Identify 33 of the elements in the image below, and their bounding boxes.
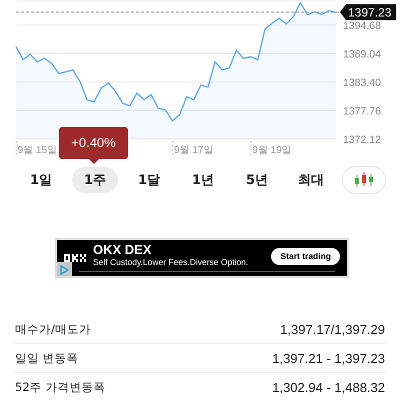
grid-line	[16, 140, 17, 156]
axis-label: 9월 15일	[18, 145, 58, 156]
period-tab[interactable]: 1달	[126, 167, 172, 193]
stat-value: 1,302.94 - 1,488.32	[272, 380, 385, 394]
axis-label: 9월 19일	[252, 145, 292, 156]
candlestick-button[interactable]	[342, 166, 386, 194]
period-tab[interactable]: 최대	[288, 167, 334, 193]
grid-line	[172, 140, 174, 156]
axis-label: 1377.76	[343, 106, 381, 118]
logo-icon	[64, 254, 86, 262]
axis-label: 1383.40	[343, 77, 381, 89]
stat-label: 일일 변동폭	[15, 350, 79, 366]
axis-label: 9월 17일	[174, 145, 214, 156]
stat-label: 매수가/매도가	[15, 322, 91, 336]
period-tab[interactable]: 1일	[18, 167, 64, 193]
ad-tagline: Self Custody.Lower Fees.Diverse Option.	[93, 257, 250, 268]
start-button[interactable]: Start trading	[271, 248, 340, 264]
axis-label: 1372.12	[343, 134, 381, 146]
stat-label: 52주 가격변동폭	[15, 380, 106, 394]
ref-line-label: 1397.23	[348, 6, 392, 20]
grid-line	[250, 140, 252, 156]
ad-banner[interactable]: OKX DEX Self Custody.Lower Fees.Diverse Option. Start trading	[55, 238, 349, 278]
price-tag: 1397.23	[340, 4, 396, 20]
candlestick-icon	[354, 171, 374, 189]
period-tab[interactable]: 1년	[180, 167, 226, 193]
change-tooltip: +0.40%	[59, 127, 128, 159]
axis-label: 1389.04	[343, 48, 381, 60]
stat-value: 1,397.21 - 1,397.23	[272, 350, 385, 366]
axis-label: 1394.68	[343, 20, 381, 32]
period-tab[interactable]: 5년	[234, 167, 280, 193]
period-tab[interactable]: 1주	[72, 167, 118, 193]
stat-value: 1,397.17/1,397.29	[280, 322, 385, 336]
ad-title: OKX DEX	[93, 243, 153, 257]
